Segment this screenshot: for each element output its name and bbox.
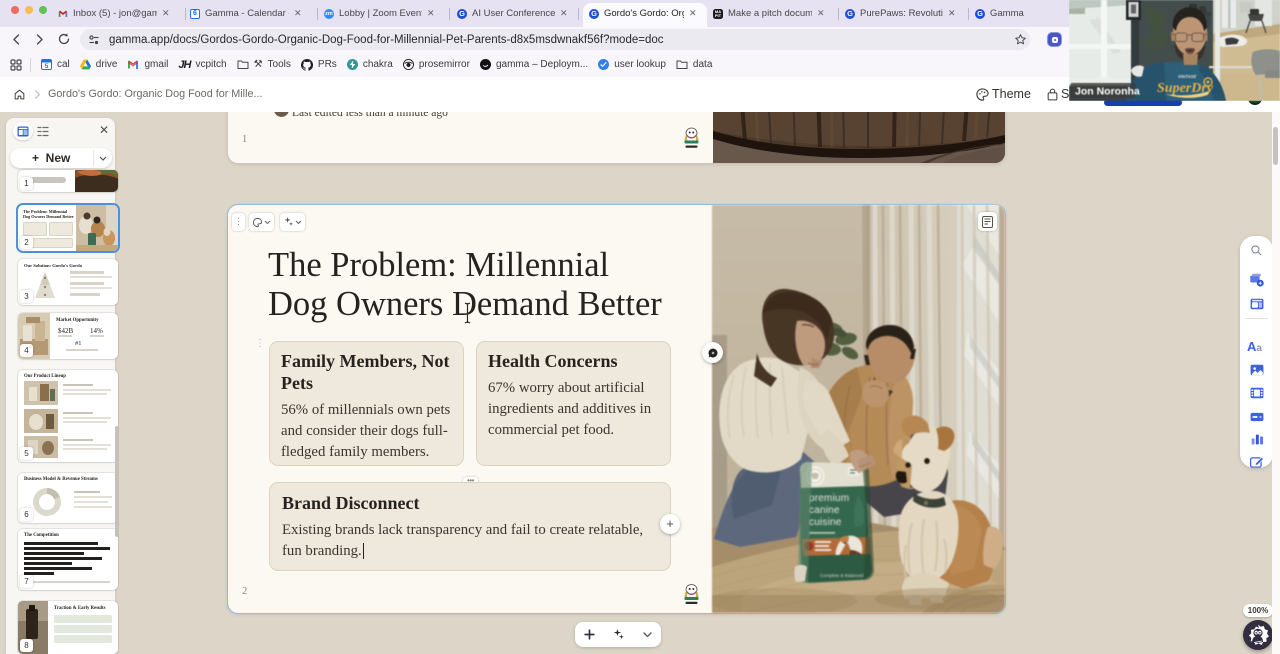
svg-text:Jon Noronha: Jon Noronha [1075, 86, 1140, 98]
svg-text:5: 5 [45, 63, 49, 70]
svg-text:VINTAGE: VINTAGE [1178, 74, 1197, 79]
